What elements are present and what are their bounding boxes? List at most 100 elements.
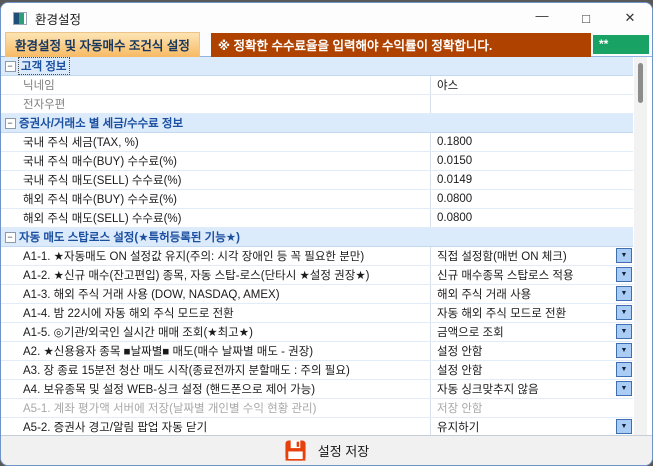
row-label: A4. 보유종목 및 설정 WEB-싱크 설정 (핸드폰으로 제어 가능) <box>19 381 430 397</box>
section-header-customer-info[interactable]: − 고객 정보 <box>1 57 633 76</box>
selected-option: 자동 싱크맞추지 않음 <box>437 381 539 397</box>
row-label: A1-3. 해외 주식 거래 사용 (DOW, NASDAQ, AMEX) <box>19 286 430 302</box>
app-icon <box>13 12 27 25</box>
section-title: 증권사/거래소 별 세금/수수료 정보 <box>19 115 183 131</box>
selected-option: 해외 주식 거래 사용 <box>437 286 531 302</box>
selected-option: 유지하기 <box>437 419 479 435</box>
value-cell[interactable]: 자동 싱크맞추지 않음 ▼ <box>430 380 633 398</box>
chevron-down-icon: ▼ <box>621 385 628 392</box>
dropdown-button[interactable]: ▼ <box>616 305 632 320</box>
value-cell[interactable]: 설정 안함 ▼ <box>430 361 633 379</box>
row-label: A5-1. 계좌 평가액 서버에 저장(날짜별 개인별 수익 현황 관리) <box>19 400 430 416</box>
row-a3: A3. 장 종료 15분전 청산 매도 시작(종료전까지 분할매도 : 주의 필… <box>1 361 633 380</box>
row-label: A1-1. ★자동매도 ON 설정값 유지(주의: 시각 장애인 등 꼭 필요한… <box>19 248 430 264</box>
row-label: A5-2. 증권사 경고/알림 팝업 자동 닫기 <box>19 419 430 435</box>
selected-option: 직접 설정함(매번 ON 체크) <box>437 248 567 264</box>
maximize-button[interactable]: □ <box>564 3 608 33</box>
value-cell: 저장 안함 <box>430 399 633 417</box>
row-label: 국내 주식 매수(BUY) 수수료(%) <box>19 153 430 169</box>
settings-grid: − 고객 정보 닉네임 야스 전자우편 − 증권사/거래소 별 세금/수수료 정… <box>1 57 652 435</box>
section-header-fees[interactable]: − 증권사/거래소 별 세금/수수료 정보 <box>1 114 633 133</box>
value-cell[interactable]: 설정 안함 ▼ <box>430 342 633 360</box>
floppy-disk-icon <box>284 439 307 462</box>
dropdown-button[interactable]: ▼ <box>616 324 632 339</box>
footer-bar: 설정 저장 <box>1 435 652 465</box>
value-cell[interactable]: 0.0150 <box>430 152 633 170</box>
row-a1-5: A1-5. ◎기관/외국인 실시간 매매 조회(★최고★) 금액으로 조회 ▼ <box>1 323 633 342</box>
dropdown-button[interactable]: ▼ <box>616 267 632 282</box>
dropdown-button[interactable]: ▼ <box>616 381 632 396</box>
chevron-down-icon: ▼ <box>621 347 628 354</box>
toolbar: 환경설정 및 자동매수 조건식 설정 ※ 정확한 수수료율을 입력해야 수익률이… <box>1 33 652 57</box>
row-overseas-sell-fee: 해외 주식 매도(SELL) 수수료(%) 0.0800 <box>1 209 633 228</box>
value-cell[interactable]: 0.0800 <box>430 190 633 208</box>
chevron-down-icon: ▼ <box>621 252 628 259</box>
tab-environment-settings[interactable]: 환경설정 및 자동매수 조건식 설정 <box>5 32 200 58</box>
dropdown-button[interactable]: ▼ <box>616 362 632 377</box>
chevron-down-icon: ▼ <box>621 328 628 335</box>
value-cell[interactable] <box>430 95 633 113</box>
row-label: 닉네임 <box>19 77 430 93</box>
row-a1-4: A1-4. 밤 22시에 자동 해외 주식 모드로 전환 자동 해외 주식 모드… <box>1 304 633 323</box>
row-domestic-buy-fee: 국내 주식 매수(BUY) 수수료(%) 0.0150 <box>1 152 633 171</box>
collapse-icon[interactable]: − <box>5 118 16 129</box>
minimize-icon: — <box>536 8 549 23</box>
row-a1-1: A1-1. ★자동매도 ON 설정값 유지(주의: 시각 장애인 등 꼭 필요한… <box>1 247 633 266</box>
selected-option: 설정 안함 <box>437 343 483 359</box>
close-button[interactable]: ✕ <box>608 3 652 33</box>
dropdown-button[interactable]: ▼ <box>616 419 632 434</box>
section-header-stoploss[interactable]: − 자동 매도 스탑로스 설정(★특허등록된 기능★) <box>1 228 633 247</box>
row-label: A2. ★신용융자 종목 ■날짜별■ 매도(매수 날짜별 매도 - 권장) <box>19 343 430 359</box>
collapse-icon[interactable]: − <box>5 61 16 72</box>
minimize-button[interactable]: — <box>520 3 564 33</box>
value-cell[interactable]: 0.1800 <box>430 133 633 151</box>
value-cell[interactable]: 자동 해외 주식 모드로 전환 ▼ <box>430 304 633 322</box>
titlebar: 환경설정 — □ ✕ <box>1 3 652 33</box>
row-a5-1: A5-1. 계좌 평가액 서버에 저장(날짜별 개인별 수익 현황 관리) 저장… <box>1 399 633 418</box>
row-label: A1-2. ★신규 매수(잔고편입) 종목, 자동 스탑-로스(단타시 ★설정 … <box>19 267 430 283</box>
dropdown-button[interactable]: ▼ <box>616 286 632 301</box>
maximize-icon: □ <box>582 11 590 26</box>
section-title: 고객 정보 <box>19 58 69 74</box>
row-label: A1-4. 밤 22시에 자동 해외 주식 모드로 전환 <box>19 305 430 321</box>
row-label: A1-5. ◎기관/외국인 실시간 매매 조회(★최고★) <box>19 324 430 340</box>
chevron-down-icon: ▼ <box>621 423 628 430</box>
scrollbar-thumb[interactable] <box>638 63 643 103</box>
save-settings-button[interactable]: 설정 저장 <box>268 438 385 463</box>
section-title: 자동 매도 스탑로스 설정(★특허등록된 기능★) <box>19 229 240 245</box>
value-cell[interactable]: 0.0800 <box>430 209 633 227</box>
selected-option: 자동 해외 주식 모드로 전환 <box>437 305 566 321</box>
selected-option: 설정 안함 <box>437 362 483 378</box>
row-label: A3. 장 종료 15분전 청산 매도 시작(종료전까지 분할매도 : 주의 필… <box>19 362 430 378</box>
row-a1-2: A1-2. ★신규 매수(잔고편입) 종목, 자동 스탑-로스(단타시 ★설정 … <box>1 266 633 285</box>
value-cell[interactable]: 유지하기 ▼ <box>430 418 633 435</box>
vertical-scrollbar[interactable] <box>634 57 647 435</box>
row-domestic-tax: 국내 주식 세금(TAX, %) 0.1800 <box>1 133 633 152</box>
selected-option: 신규 매수종목 스탑로스 적용 <box>437 267 574 283</box>
notice-banner: ※ 정확한 수수료율을 입력해야 수익률이 정확합니다. <box>211 33 591 57</box>
chevron-down-icon: ▼ <box>621 309 628 316</box>
value-cell[interactable]: 금액으로 조회 ▼ <box>430 323 633 341</box>
value-cell[interactable]: 신규 매수종목 스탑로스 적용 ▼ <box>430 266 633 284</box>
value-cell[interactable]: 해외 주식 거래 사용 ▼ <box>430 285 633 303</box>
dropdown-button[interactable]: ▼ <box>616 343 632 358</box>
value-cell[interactable]: 직접 설정함(매번 ON 체크) ▼ <box>430 247 633 265</box>
chevron-down-icon: ▼ <box>621 366 628 373</box>
value-cell[interactable]: 0.0149 <box>430 171 633 189</box>
settings-window: 환경설정 — □ ✕ 환경설정 및 자동매수 조건식 설정 ※ 정확한 수수료율… <box>0 2 653 466</box>
chevron-down-icon: ▼ <box>621 271 628 278</box>
row-label: 국내 주식 매도(SELL) 수수료(%) <box>19 172 430 188</box>
row-label: 전자우편 <box>19 96 430 112</box>
chevron-down-icon: ▼ <box>621 290 628 297</box>
row-a4: A4. 보유종목 및 설정 WEB-싱크 설정 (핸드폰으로 제어 가능) 자동… <box>1 380 633 399</box>
row-a5-2: A5-2. 증권사 경고/알림 팝업 자동 닫기 유지하기 ▼ <box>1 418 633 435</box>
row-a2: A2. ★신용융자 종목 ■날짜별■ 매도(매수 날짜별 매도 - 권장) 설정… <box>1 342 633 361</box>
collapse-icon[interactable]: − <box>5 232 16 243</box>
row-overseas-buy-fee: 해외 주식 매수(BUY) 수수료(%) 0.0800 <box>1 190 633 209</box>
dropdown-button[interactable]: ▼ <box>616 248 632 263</box>
row-label: 국내 주식 세금(TAX, %) <box>19 134 430 150</box>
value-cell[interactable]: 야스 <box>430 76 633 94</box>
row-label: 해외 주식 매도(SELL) 수수료(%) <box>19 210 430 226</box>
accuracy-badge: ** <box>593 35 649 54</box>
row-label: 해외 주식 매수(BUY) 수수료(%) <box>19 191 430 207</box>
